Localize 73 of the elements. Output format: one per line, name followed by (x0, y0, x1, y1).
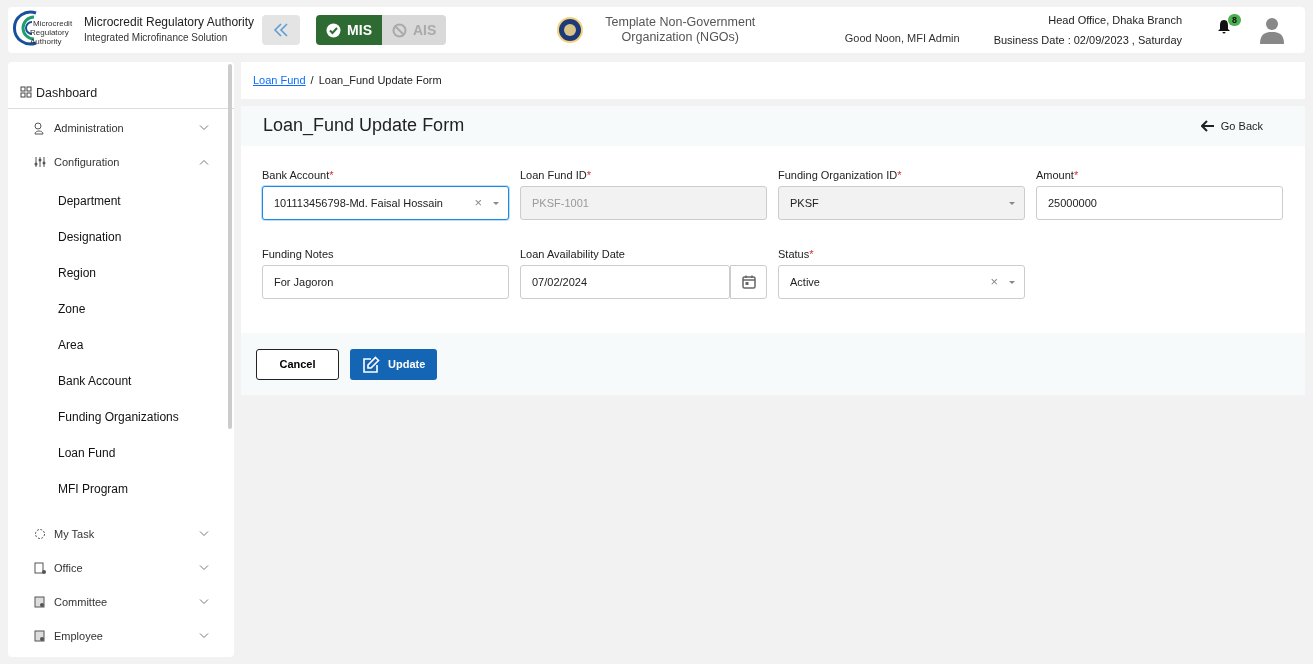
chevron-icon (199, 565, 209, 571)
business-date: Business Date : 02/09/2023 , Saturday (993, 33, 1182, 48)
form-title: Loan_Fund Update Form (263, 115, 465, 137)
ban-icon (391, 22, 407, 38)
go-back-button[interactable]: Go Back (1194, 116, 1269, 136)
circle-icon (34, 527, 46, 541)
calendar-button[interactable] (730, 265, 767, 299)
arrow-left-icon (1200, 120, 1215, 132)
breadcrumb-separator: / (310, 73, 314, 89)
calendar-icon (741, 275, 756, 289)
edit-icon (362, 355, 380, 374)
caret-icon (1008, 200, 1016, 206)
document-icon (34, 629, 46, 643)
field-label: Loan Availability Date (520, 247, 626, 261)
sidebar-item[interactable]: Bank Account (8, 363, 234, 399)
grid-icon (20, 86, 32, 98)
seal-icon (556, 16, 585, 44)
scrollbar[interactable] (228, 64, 232, 429)
field-label: Amount* (1036, 168, 1080, 182)
notification-button[interactable] (1217, 19, 1231, 35)
sidebar-group[interactable]: Configuration (8, 145, 234, 179)
field-label: Funding Organization ID* (778, 168, 903, 182)
sidebar-group[interactable]: Administration (8, 111, 234, 145)
greeting-text: Good Noon, MFI Admin (844, 31, 960, 47)
sidebar-item[interactable]: Funding Organizations (8, 399, 234, 435)
date-field[interactable]: 07/02/2024 (520, 265, 730, 299)
chevron-icon (199, 633, 209, 639)
branch-name: Head Office, Dhaka Branch (1047, 12, 1182, 28)
caret-icon (492, 200, 500, 206)
breadcrumb-current: Loan_Fund Update Form (318, 73, 442, 89)
bell-icon (1217, 19, 1231, 35)
field-label: Bank Account* (262, 168, 335, 182)
caret-icon (1008, 279, 1016, 285)
sidebar-item[interactable]: Zone (8, 291, 234, 327)
organization-name: Template Non-Government Organization (NGOs) (604, 15, 757, 45)
sidebar-group[interactable]: Committee (8, 585, 234, 619)
sidebar-group[interactable]: Office (8, 551, 234, 585)
sidebar-item[interactable]: Loan Fund (8, 435, 234, 471)
document-icon (34, 595, 46, 609)
avatar-icon[interactable] (1259, 16, 1285, 44)
sliders-icon (34, 155, 46, 169)
document-icon (34, 561, 46, 575)
module-tab[interactable]: MIS (316, 15, 382, 45)
breadcrumb-link[interactable]: Loan Fund (253, 72, 306, 89)
field-label: Funding Notes (262, 247, 335, 261)
collapse-button[interactable] (262, 15, 301, 45)
sidebar-item[interactable]: Department (8, 183, 234, 219)
chevron-icon (199, 531, 209, 537)
double-chevron-icon (272, 23, 291, 37)
person-icon (34, 121, 46, 135)
field-label: Status* (778, 247, 815, 261)
clear-button[interactable]: × (474, 193, 482, 213)
chevron-icon (199, 159, 209, 165)
sidebar-item[interactable]: Region (8, 255, 234, 291)
select-field[interactable]: Active × (778, 265, 1025, 299)
sidebar-item[interactable]: Area (8, 327, 234, 363)
notification-count: 8 (1228, 14, 1241, 26)
check-circle-icon (326, 22, 342, 38)
sidebar-group[interactable]: Employee (8, 619, 234, 653)
sidebar-group[interactable]: My Task (8, 517, 234, 551)
select-field[interactable]: 101113456798-Md. Faisal Hossain × (262, 186, 509, 220)
clear-button[interactable]: × (990, 272, 998, 292)
app-subtitle: Integrated Microfinance Solution (84, 31, 229, 45)
update-button[interactable]: Update (350, 349, 438, 380)
input-field[interactable]: For Jagoron (262, 265, 509, 299)
sidebar-item[interactable]: Designation (8, 219, 234, 255)
app-title: Microcredit Regulatory Authority (84, 15, 255, 30)
chevron-icon (199, 599, 209, 605)
field-label: Loan Fund ID* (520, 168, 592, 182)
chevron-icon (199, 125, 209, 131)
cancel-button[interactable]: Cancel (256, 349, 339, 380)
sidebar-item[interactable]: MFI Program (8, 471, 234, 507)
input-field[interactable]: 25000000 (1036, 186, 1283, 220)
